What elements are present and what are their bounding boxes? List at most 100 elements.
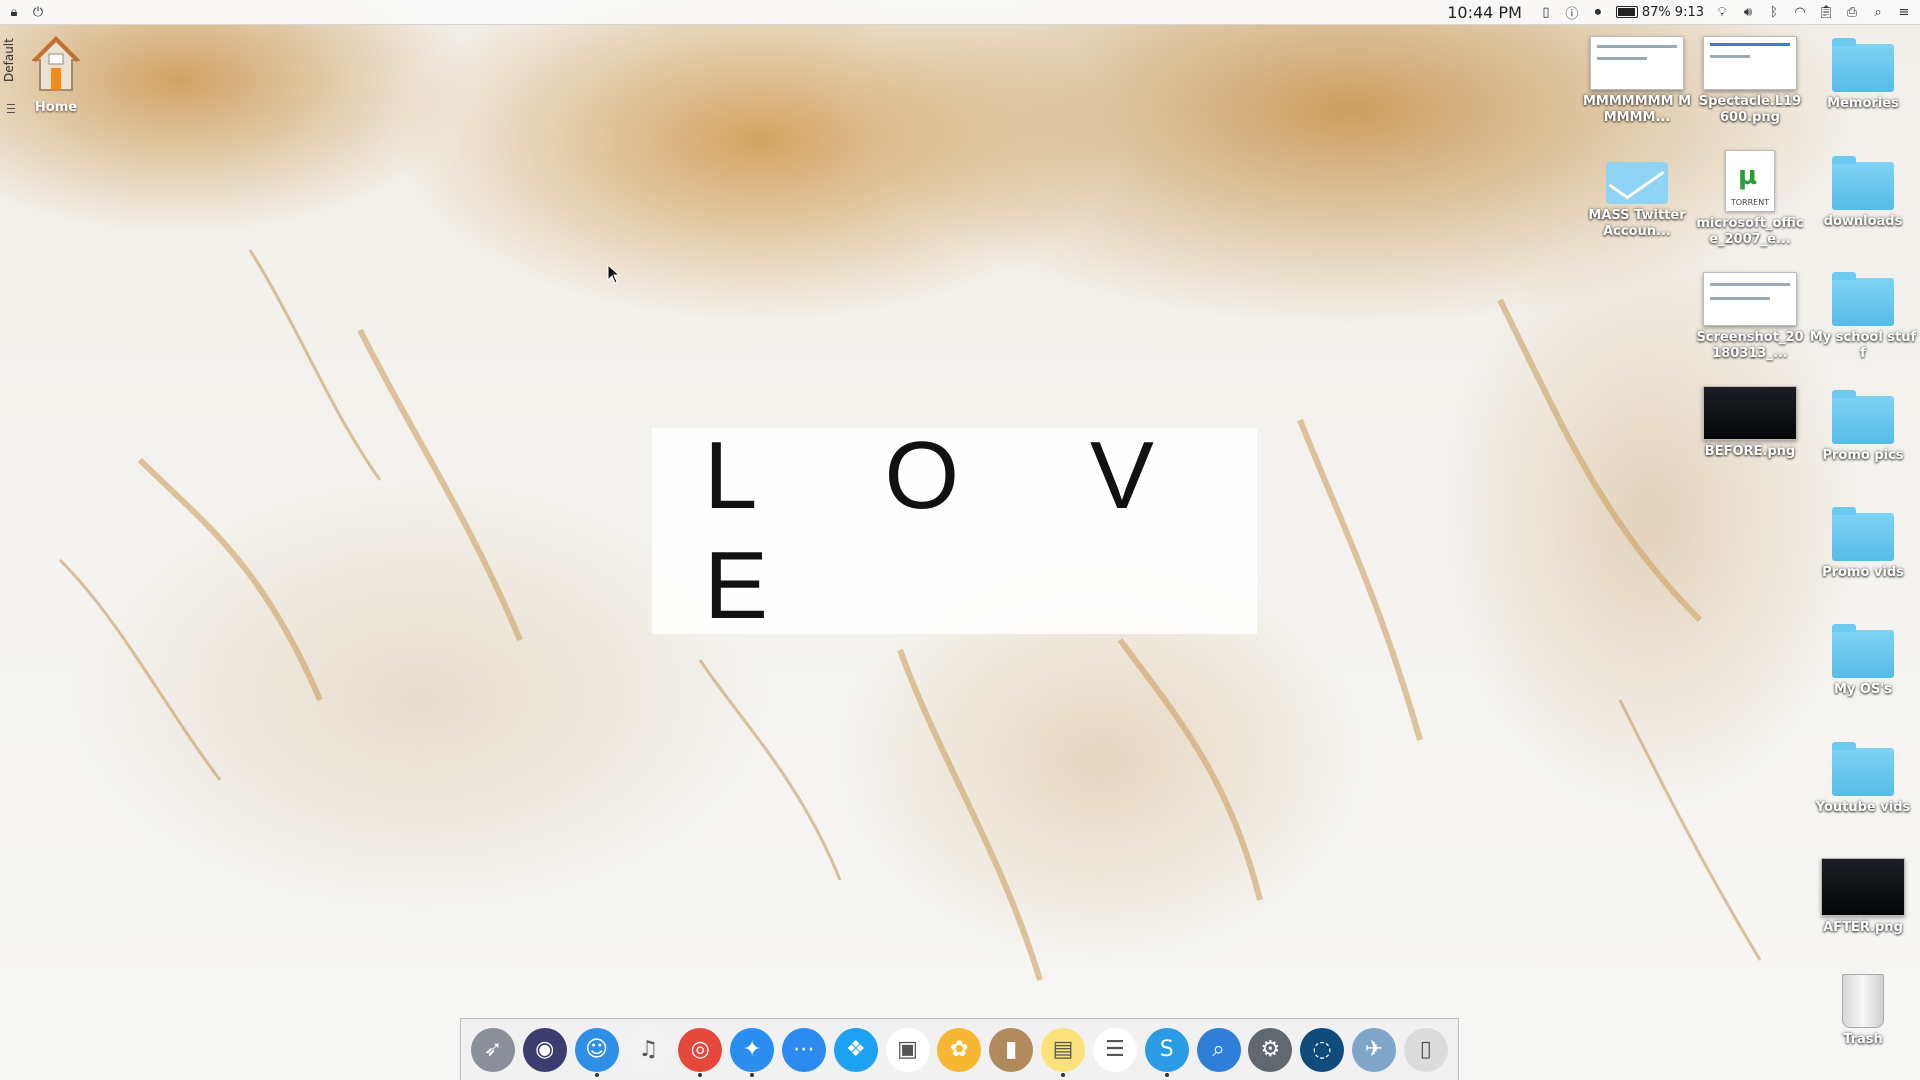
- safari-icon: ✦: [730, 1027, 775, 1072]
- desktop-file-label: AFTER.png: [1823, 920, 1903, 935]
- battery-icon: [1615, 6, 1638, 18]
- bulb-icon[interactable]: 💡︎: [1714, 4, 1730, 20]
- dock-item-contacts[interactable]: ▮: [988, 1025, 1034, 1075]
- desktop-file[interactable]: AFTER.png: [1808, 858, 1918, 936]
- folder-icon: [1832, 624, 1894, 678]
- dock-item-safari[interactable]: ✦: [729, 1025, 775, 1077]
- desktop-folder[interactable]: My OS's: [1808, 624, 1918, 698]
- battery-indicator[interactable]: 87% 9:13: [1615, 4, 1704, 20]
- finder-icon: ☺: [574, 1027, 619, 1072]
- desktop-file[interactable]: MMMMMMM MMMMM...: [1582, 36, 1692, 126]
- image-viewer-icon: ▣: [885, 1027, 930, 1072]
- desktop-file[interactable]: µ TORRENT microsoft_office_2007_e...: [1695, 150, 1805, 248]
- dock-item-system-preferences[interactable]: ⚙: [1247, 1025, 1293, 1075]
- dock-item-chrome[interactable]: ◎: [677, 1025, 723, 1077]
- battery-percent: 87%: [1641, 4, 1671, 20]
- bluetooth-icon[interactable]: ᛒ: [1766, 4, 1782, 20]
- desktop-folder[interactable]: Memories: [1808, 38, 1918, 112]
- dock-item-messages[interactable]: ⋯: [781, 1025, 827, 1075]
- desktop-folder[interactable]: Promo pics: [1808, 390, 1918, 464]
- image-capture-icon: ✈: [1351, 1027, 1396, 1072]
- power-icon[interactable]: ⏻: [30, 4, 46, 20]
- clipboard-icon[interactable]: 📋︎: [1818, 4, 1835, 20]
- desktop-file[interactable]: MASS Twitter Accoun...: [1582, 156, 1692, 240]
- launchpad-icon: ➶: [470, 1027, 515, 1072]
- chrome-icon: ◎: [678, 1027, 723, 1072]
- skype-icon: S: [1144, 1027, 1189, 1072]
- mouse-cursor-icon: [607, 264, 621, 284]
- side-panel-tab[interactable]: Default: [0, 38, 22, 120]
- volume-icon[interactable]: 🔊︎: [1740, 4, 1756, 20]
- screenshot-thumbnail-icon: [1703, 36, 1797, 90]
- desktop-folder-label: Promo pics: [1822, 448, 1904, 463]
- screenshot-thumbnail-icon: [1703, 272, 1797, 326]
- record-icon[interactable]: ⏺: [1590, 4, 1606, 20]
- running-indicator: [750, 1072, 755, 1077]
- dock-item-image-viewer[interactable]: ▣: [885, 1025, 931, 1075]
- desktop-folder-label: Youtube vids: [1815, 800, 1911, 815]
- desktop-folder[interactable]: Youtube vids: [1808, 742, 1918, 816]
- home-icon: [31, 36, 81, 91]
- desktop-folder-label: My OS's: [1833, 682, 1893, 697]
- torrent-badge: TORRENT: [1730, 198, 1770, 207]
- battery-time: 9:13: [1674, 4, 1704, 20]
- dock-item-skype[interactable]: S: [1144, 1025, 1190, 1077]
- dock-item-photos[interactable]: ✿: [936, 1025, 982, 1075]
- desktop-file[interactable]: Screenshot_20180313_...: [1695, 272, 1805, 362]
- utorrent-icon: µ: [1738, 161, 1758, 191]
- notes-icon: ▤: [1041, 1027, 1086, 1072]
- desktop-folder[interactable]: My school stuff: [1808, 272, 1918, 362]
- dock-item-music[interactable]: ♫: [625, 1025, 671, 1075]
- dock-item-reminders[interactable]: ☰: [1092, 1025, 1138, 1075]
- desktop-trash-label: Trash: [1843, 1032, 1883, 1047]
- dock-item-trash[interactable]: ▯: [1403, 1025, 1449, 1075]
- menu-icon[interactable]: ≡: [1896, 4, 1912, 20]
- screenshot-thumbnail-icon: [1590, 36, 1684, 90]
- running-indicator: [1061, 1072, 1066, 1077]
- menu-clock[interactable]: 10:44 PM: [1447, 3, 1522, 22]
- desktop-file-label: MMMMMMM MMMMM...: [1582, 94, 1692, 125]
- desktop-folder[interactable]: Promo vids: [1808, 507, 1918, 581]
- siri-icon: ◉: [522, 1027, 567, 1072]
- dock-item-notes[interactable]: ▤: [1040, 1025, 1086, 1077]
- desktop-file[interactable]: BEFORE.png: [1695, 386, 1805, 460]
- running-indicator: [594, 1072, 599, 1077]
- dock-item-finder[interactable]: ☺: [574, 1025, 620, 1077]
- dock-item-network[interactable]: ◌: [1299, 1025, 1345, 1075]
- running-indicator: [698, 1072, 703, 1077]
- desktop-folder-label: Promo vids: [1822, 565, 1904, 580]
- folder-icon: [1832, 38, 1894, 92]
- desktop-file-label: BEFORE.png: [1704, 444, 1796, 459]
- dock-item-siri[interactable]: ◉: [522, 1025, 568, 1075]
- home-desktop-icon[interactable]: Home: [30, 34, 82, 115]
- trash-icon: ▯: [1403, 1027, 1448, 1072]
- dock-item-preview[interactable]: ⌕: [1196, 1025, 1242, 1075]
- side-panel-label: Default: [2, 38, 16, 82]
- running-indicator: [1164, 1072, 1169, 1077]
- wifi-icon[interactable]: ◠: [1792, 4, 1808, 20]
- desktop-file-label: Screenshot_20180313_...: [1696, 330, 1804, 361]
- desktop-trash[interactable]: Trash: [1808, 974, 1918, 1048]
- dock-item-image-capture[interactable]: ✈: [1351, 1025, 1397, 1075]
- system-preferences-icon: ⚙: [1248, 1027, 1293, 1072]
- folder-icon: [1832, 742, 1894, 796]
- folder-icon: [1832, 272, 1894, 326]
- lock-icon[interactable]: 🔒︎: [6, 4, 22, 20]
- folder-icon: [1832, 156, 1894, 210]
- image-thumbnail-icon: [1703, 386, 1797, 440]
- desktop-folder[interactable]: downloads: [1808, 156, 1918, 230]
- network-icon: ◌: [1300, 1027, 1345, 1072]
- printer-icon[interactable]: ⎙: [1844, 4, 1860, 20]
- desktop-file-label: Spectacle.L19600.png: [1698, 94, 1802, 125]
- desktop-file-label: MASS Twitter Accoun...: [1588, 208, 1686, 239]
- search-icon[interactable]: ⌕: [1870, 4, 1886, 20]
- menu-bar: 🔒︎ ⏻ 10:44 PM ▯ ⓘ ⏺ 87% 9:13 💡︎ 🔊︎ ᛒ ◠ 📋…: [0, 0, 1920, 25]
- messages-icon: ⋯: [781, 1027, 826, 1072]
- grip-icon[interactable]: [7, 104, 15, 114]
- alert-icon[interactable]: ⓘ: [1564, 4, 1580, 22]
- phone-icon[interactable]: ▯: [1538, 4, 1554, 20]
- dock-item-twitter[interactable]: ❖: [833, 1025, 879, 1075]
- dock-item-launchpad[interactable]: ➶: [470, 1025, 516, 1075]
- desktop-file[interactable]: Spectacle.L19600.png: [1695, 36, 1805, 126]
- wallpaper-love-text: L O V E: [704, 422, 1206, 639]
